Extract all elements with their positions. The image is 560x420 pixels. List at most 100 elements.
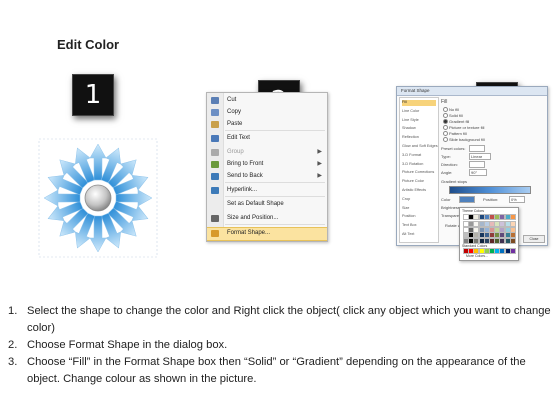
menu-item-label: Size and Position... [227, 215, 279, 221]
instruction-text: Choose “Fill” in the Format Shape box th… [27, 356, 526, 385]
edit-text-icon [211, 135, 219, 142]
category-item[interactable]: Reflection [402, 135, 436, 141]
fill-option-radio[interactable] [443, 119, 448, 124]
fill-option-radio[interactable] [443, 107, 448, 112]
standard-color-swatch[interactable] [509, 248, 516, 254]
group-icon [211, 149, 219, 156]
category-item[interactable]: Glow and Soft Edges [402, 144, 438, 150]
fill-option-label: Pattern fill [449, 130, 467, 136]
category-item[interactable]: Line Color [402, 109, 436, 115]
fill-option-radio[interactable] [443, 131, 448, 136]
angle-label: Angle: [441, 170, 453, 175]
scissors-icon [211, 97, 219, 104]
instruction-number: 2. [8, 339, 18, 351]
category-item[interactable]: Alt Text [402, 232, 436, 238]
step-badge-1: 1 [72, 74, 114, 116]
radial-arrows-graphic[interactable] [38, 138, 158, 258]
menu-item-label: Set as Default Shape [227, 201, 284, 207]
instruction-item: 2. Choose Format Shape in the dialog box. [8, 337, 556, 354]
menu-item-label: Cut [227, 97, 237, 103]
menu-item-label: Hyperlink... [227, 187, 258, 193]
instruction-text: Choose Format Shape in the dialog box. [27, 339, 228, 351]
fill-option-label: No fill [449, 106, 460, 112]
category-item[interactable]: Picture Corrections [402, 170, 436, 176]
section-title: Fill [441, 99, 448, 105]
paste-icon [211, 121, 219, 128]
category-item[interactable]: Picture Color [402, 179, 436, 185]
position-value: 0% [511, 197, 517, 202]
submenu-arrow-icon: ▶ [317, 149, 322, 155]
type-value: Linear [471, 154, 483, 159]
direction-picker[interactable] [469, 161, 485, 168]
format-shape-icon [211, 230, 219, 237]
menu-item-paste[interactable]: Paste [207, 119, 327, 131]
fill-option-radio[interactable] [443, 137, 448, 142]
menu-item-format-shape[interactable]: Format Shape... [207, 227, 327, 241]
category-item[interactable]: Size [402, 206, 436, 212]
fill-option-radio[interactable] [443, 125, 448, 130]
menu-item-label: Copy [227, 109, 242, 115]
direction-label: Direction: [441, 162, 458, 167]
color-picker-button[interactable] [459, 196, 475, 203]
preset-picker[interactable] [469, 145, 485, 152]
color-palette-dropdown: Theme Colors Standard Colors More Colors… [459, 207, 519, 261]
menu-item-send-to-back[interactable]: Send to Back ▶ [207, 171, 327, 183]
instruction-number: 1. [8, 305, 18, 317]
dialog-titlebar: Format Shape [397, 87, 547, 96]
fill-option-label: Solid fill [449, 112, 463, 118]
menu-item-size-and-position[interactable]: Size and Position... [207, 213, 327, 225]
submenu-arrow-icon: ▶ [317, 173, 322, 179]
instruction-list: 1. Select the shape to change the color a… [8, 303, 556, 388]
type-select[interactable]: Linear [469, 153, 491, 160]
type-label: Type: [441, 154, 451, 159]
fill-option-radio[interactable] [443, 113, 448, 118]
angle-input[interactable]: 90° [469, 169, 487, 176]
dialog-title: Format Shape [401, 88, 430, 93]
menu-item-label: Group [227, 149, 244, 155]
gradient-stops-label: Gradient stops [441, 179, 468, 184]
position-label: Position: [483, 197, 499, 202]
angle-value: 90° [471, 170, 478, 175]
theme-colors-header: Theme Colors [462, 209, 484, 213]
category-item[interactable]: Artistic Effects [402, 188, 436, 194]
category-item[interactable]: Position [402, 214, 436, 220]
close-button[interactable]: Close [523, 235, 545, 243]
category-item[interactable]: Shadow [402, 126, 436, 132]
fill-option-label: Gradient fill [449, 118, 470, 124]
instruction-text: Select the shape to change the color and… [27, 305, 551, 334]
menu-item-label: Edit Text [227, 135, 250, 141]
menu-item-hyperlink[interactable]: Hyperlink... [207, 185, 327, 197]
format-shape-dialog: Format Shape Fill Line Color Line Style Sha… [396, 86, 548, 261]
menu-item-set-as-default-shape[interactable]: Set as Default Shape [207, 199, 327, 211]
color-swatch[interactable] [509, 237, 516, 244]
color-swatch[interactable] [509, 214, 516, 220]
menu-item-group[interactable]: Group ▶ [207, 147, 327, 159]
menu-item-label: Paste [227, 121, 243, 127]
menu-item-copy[interactable]: Copy [207, 107, 327, 119]
size-position-icon [211, 215, 219, 222]
instruction-item: 1. Select the shape to change the color a… [8, 303, 556, 337]
category-item[interactable]: Line Style [402, 118, 436, 124]
page-title: Edit Color [57, 37, 120, 52]
menu-item-edit-text[interactable]: Edit Text [207, 133, 327, 145]
menu-item-bring-to-front[interactable]: Bring to Front ▶ [207, 159, 327, 171]
dialog-category-list: Fill Line Color Line Style Shadow Reflection… [399, 97, 439, 243]
category-item[interactable]: Text Box [402, 223, 436, 229]
category-item[interactable]: 3-D Format [402, 153, 436, 159]
more-colors-link[interactable]: More Colors... [466, 254, 488, 258]
category-item[interactable]: Fill [402, 100, 436, 106]
menu-item-label: Send to Back [227, 173, 263, 179]
menu-item-label: Bring to Front [227, 161, 264, 167]
hub-circle [84, 184, 112, 212]
context-menu: Cut Copy Paste Edit Text Group ▶ Bring to Fron… [206, 92, 328, 242]
color-label: Color [441, 197, 451, 202]
preset-label: Preset colors: [441, 146, 466, 151]
position-input[interactable]: 0% [509, 196, 525, 203]
gradient-stops-bar[interactable] [449, 186, 531, 194]
menu-item-cut[interactable]: Cut [207, 95, 327, 107]
brightness-label: Brightness: [441, 205, 462, 210]
hyperlink-icon [211, 187, 219, 194]
category-item[interactable]: Crop [402, 197, 436, 203]
category-item[interactable]: 3-D Rotation [402, 162, 436, 168]
instruction-item: 3. Choose “Fill” in the Format Shape box … [8, 354, 556, 388]
